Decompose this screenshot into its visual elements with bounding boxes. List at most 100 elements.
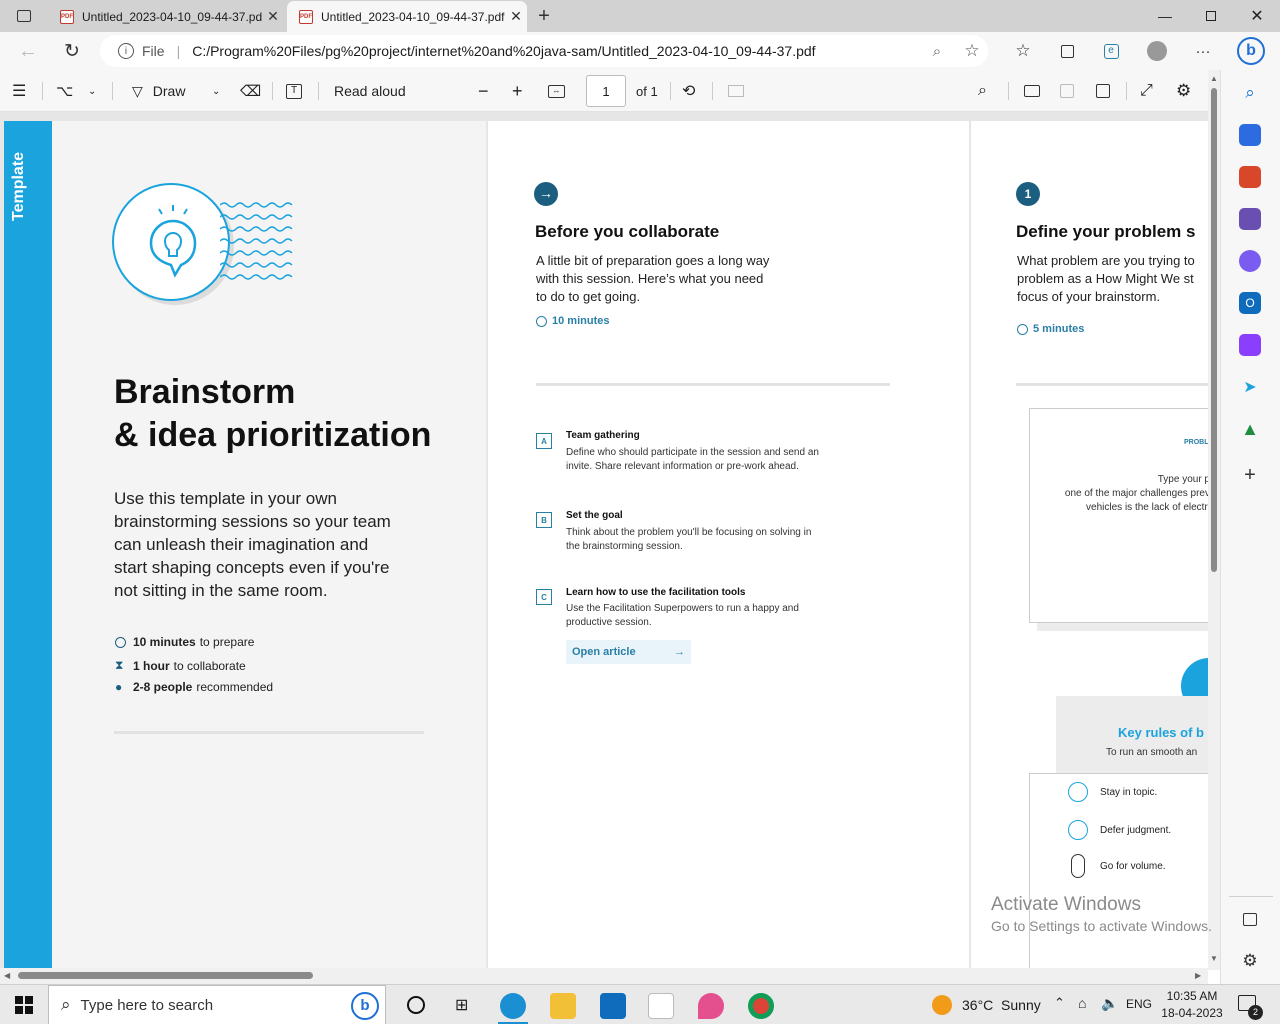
- store-icon[interactable]: [648, 993, 674, 1019]
- scroll-left-icon[interactable]: ◀: [4, 971, 10, 980]
- zoom-in-icon[interactable]: +: [512, 70, 528, 112]
- fullscreen-icon[interactable]: ⤢: [1140, 70, 1158, 112]
- rule-icon: [1071, 854, 1085, 878]
- rules-header: Key rules of b To run an smooth an: [1056, 696, 1212, 774]
- outlook-icon[interactable]: O: [1239, 292, 1261, 314]
- more-icon[interactable]: ···: [1192, 40, 1214, 62]
- tab-actions-icon[interactable]: [12, 6, 36, 26]
- task-view-icon[interactable]: ⊞: [455, 995, 468, 1015]
- intro-line: problem as a How Might We st: [1017, 271, 1194, 286]
- file-explorer-icon[interactable]: [550, 993, 576, 1019]
- network-icon[interactable]: ⌂: [1078, 995, 1086, 1011]
- scroll-up-icon[interactable]: ▲: [1210, 74, 1218, 83]
- page-number-input[interactable]: 1: [586, 75, 626, 107]
- settings-icon[interactable]: ⚙: [1176, 70, 1194, 112]
- rotate-icon[interactable]: ⟲: [682, 70, 700, 112]
- close-tab-icon[interactable]: ✕: [262, 8, 284, 25]
- intro-line: to do to get going.: [536, 289, 641, 304]
- restore-icon[interactable]: [1188, 0, 1234, 32]
- scrollbar-thumb[interactable]: [1211, 88, 1217, 572]
- send-icon[interactable]: ➤: [1239, 376, 1261, 398]
- title-line-2: & idea prioritization: [114, 416, 432, 454]
- edge-app-icon[interactable]: [500, 993, 526, 1019]
- read-aloud-button[interactable]: Read aloud: [334, 70, 406, 112]
- contents-icon[interactable]: ☰: [12, 70, 32, 112]
- close-tab-icon[interactable]: ✕: [505, 8, 527, 25]
- highlight-icon[interactable]: ⌥: [56, 70, 74, 112]
- weather-text[interactable]: 36°C Sunny: [962, 997, 1041, 1013]
- text-box-icon[interactable]: T: [286, 70, 306, 112]
- hourglass-icon: ⧗: [115, 658, 124, 672]
- tree-icon[interactable]: ▲: [1239, 418, 1261, 440]
- microsoft-365-icon[interactable]: [1239, 250, 1261, 272]
- clock[interactable]: 10:35 AM 18-04-2023: [1160, 988, 1224, 1022]
- address-bar[interactable]: i File | C:/Program%20Files/pg%20project…: [100, 35, 988, 67]
- profile-avatar[interactable]: [1146, 40, 1168, 62]
- chrome-icon[interactable]: [748, 993, 774, 1019]
- meta-text: recommended: [196, 680, 274, 694]
- shopping-tag-icon[interactable]: [1239, 124, 1261, 146]
- weather-icon[interactable]: [932, 995, 952, 1015]
- tray-chevron-icon[interactable]: ⌃: [1054, 995, 1065, 1011]
- new-tab-icon[interactable]: +: [532, 4, 556, 28]
- tab-1[interactable]: PDF Untitled_2023-04-10_09-44-37.pdf ✕: [48, 1, 284, 32]
- language-indicator[interactable]: ENG: [1126, 997, 1152, 1011]
- cortana-icon[interactable]: [407, 996, 425, 1014]
- eraser-icon[interactable]: ⌫: [240, 70, 261, 112]
- draw-button[interactable]: ▽ Draw: [132, 70, 212, 112]
- add-favorite-icon[interactable]: ☆: [962, 41, 982, 61]
- chevron-down-icon[interactable]: ⌄: [88, 70, 98, 112]
- add-icon[interactable]: +: [1239, 464, 1261, 486]
- designer-icon[interactable]: [1239, 334, 1261, 356]
- waves-decoration: [220, 202, 293, 280]
- open-article-button[interactable]: Open article →: [566, 640, 691, 664]
- date-text: 18-04-2023: [1161, 1006, 1223, 1020]
- page-view-icon[interactable]: [728, 70, 746, 112]
- notification-count: 2: [1248, 1005, 1263, 1020]
- save-as-icon[interactable]: [1096, 70, 1114, 112]
- scroll-down-icon[interactable]: ▼: [1210, 954, 1218, 963]
- mail-icon[interactable]: [600, 993, 626, 1019]
- rule-text: Go for volume.: [1100, 860, 1166, 872]
- minimize-icon[interactable]: —: [1142, 0, 1188, 32]
- windows-start-icon[interactable]: [15, 996, 33, 1014]
- person-icon: ●: [115, 680, 123, 694]
- refresh-icon[interactable]: ↻: [60, 39, 84, 63]
- settings-icon[interactable]: ⚙: [1239, 950, 1261, 972]
- title-line-1: Brainstorm: [114, 373, 296, 411]
- lightbulb-drawing: [149, 205, 197, 278]
- step-letter-c: C: [536, 589, 552, 605]
- tools-icon[interactable]: [1239, 166, 1261, 188]
- url-text[interactable]: C:/Program%20Files/pg%20project/internet…: [192, 43, 815, 59]
- divider: [670, 82, 671, 100]
- horizontal-scrollbar[interactable]: ◀ ▶: [0, 968, 1208, 984]
- find-icon[interactable]: ⌕: [978, 70, 996, 112]
- favorites-icon[interactable]: ☆: [1012, 40, 1034, 62]
- info-icon[interactable]: i: [118, 43, 134, 59]
- taskbar-search[interactable]: ⌕ Type here to search b: [48, 985, 386, 1024]
- save-icon[interactable]: [1060, 70, 1078, 112]
- print-icon[interactable]: [1024, 70, 1042, 112]
- scrollbar-thumb[interactable]: [18, 972, 313, 979]
- vertical-scrollbar[interactable]: ▲ ▼: [1208, 70, 1220, 970]
- back-icon[interactable]: ←: [16, 39, 40, 63]
- duration: 5 minutes: [1017, 323, 1084, 335]
- edge-extension-icon[interactable]: e: [1100, 40, 1122, 62]
- bing-icon[interactable]: b: [351, 992, 379, 1020]
- sidebar-toggle-icon[interactable]: [1239, 908, 1261, 930]
- volume-icon[interactable]: 🔈: [1101, 995, 1118, 1012]
- zoom-icon[interactable]: ⌕: [928, 42, 946, 60]
- chevron-down-icon[interactable]: ⌄: [212, 70, 222, 112]
- zoom-out-icon[interactable]: −: [478, 70, 494, 112]
- step-number-badge: 1: [1016, 182, 1040, 206]
- close-window-icon[interactable]: ✕: [1234, 0, 1280, 32]
- fit-width-icon[interactable]: ↔: [548, 70, 568, 112]
- bing-icon[interactable]: b: [1236, 36, 1266, 66]
- collections-icon[interactable]: [1056, 40, 1078, 62]
- paint-icon[interactable]: [698, 993, 724, 1019]
- scroll-right-icon[interactable]: ▶: [1195, 971, 1201, 980]
- games-icon[interactable]: [1239, 208, 1261, 230]
- intro-line: start shaping concepts even if you're: [114, 558, 390, 577]
- search-icon[interactable]: ⌕: [1239, 82, 1261, 104]
- tab-2-active[interactable]: PDF Untitled_2023-04-10_09-44-37.pdf ✕: [287, 1, 527, 32]
